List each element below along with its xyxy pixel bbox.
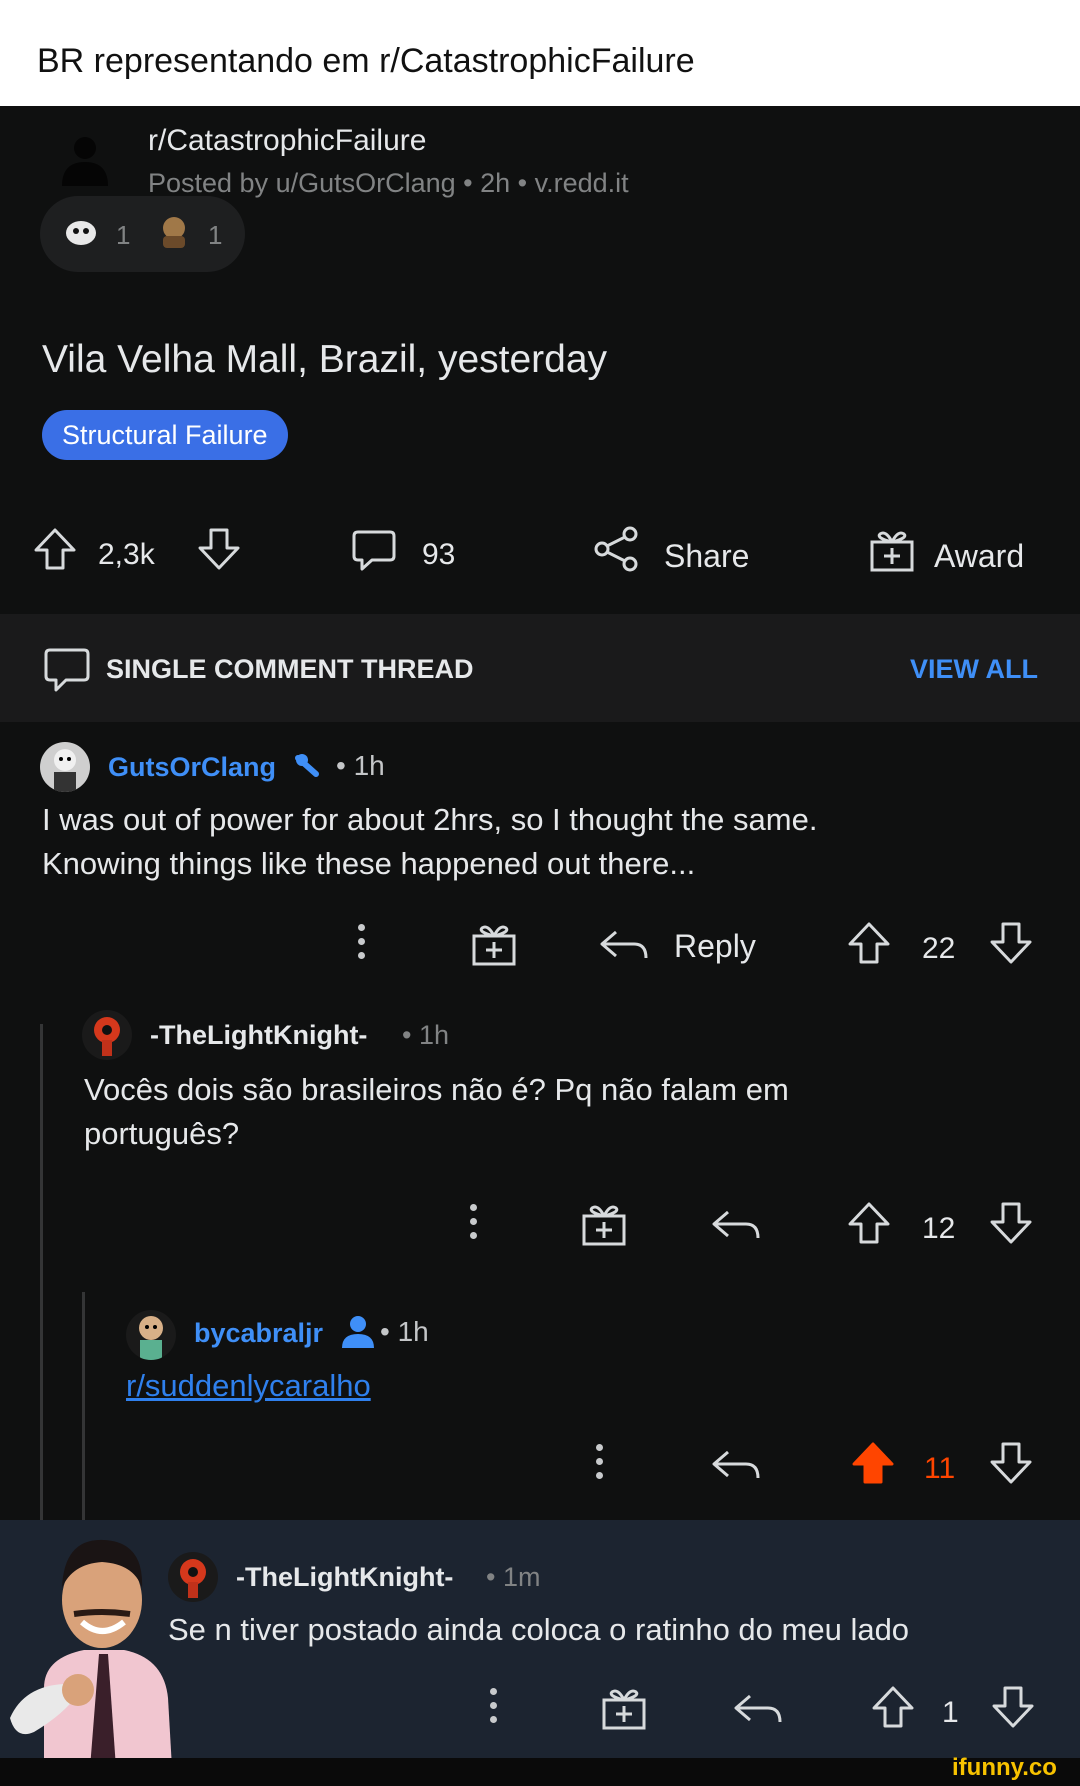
award-count-1: 1 <box>116 220 131 250</box>
more-options-button[interactable] <box>490 1688 498 1730</box>
reply-icon[interactable] <box>710 1446 762 1486</box>
post-flair[interactable]: Structural Failure <box>42 410 288 460</box>
give-award-icon[interactable] <box>580 1200 628 1248</box>
give-award-icon[interactable] <box>470 920 518 968</box>
subreddit-link[interactable]: r/suddenlycaralho <box>126 1368 371 1404</box>
post-meta[interactable]: Posted by u/GutsOrClang • 2h • v.redd.it <box>148 168 629 199</box>
meme-caption: BR representando em r/CatastrophicFailur… <box>37 42 695 80</box>
comment-text-line2: português? <box>84 1116 240 1151</box>
comment-upvote-icon[interactable] <box>846 920 892 966</box>
award-icon-1 <box>64 218 98 248</box>
op-user-icon <box>340 1314 376 1348</box>
footer-strip <box>0 1758 1080 1786</box>
meme-caption-bar: BR representando em r/CatastrophicFailur… <box>0 0 1080 106</box>
avatar[interactable] <box>40 742 90 792</box>
more-options-button[interactable] <box>358 924 366 966</box>
comment-text-line1: I was out of power for about 2hrs, so I … <box>42 802 818 837</box>
comment-author[interactable]: GutsOrClang <box>108 752 276 783</box>
subreddit-name[interactable]: r/CatastrophicFailure <box>148 124 426 158</box>
comment-downvote-icon[interactable] <box>988 1200 1034 1246</box>
more-options-button[interactable] <box>596 1444 604 1486</box>
comment-vote-count: 22 <box>922 932 956 965</box>
watermark: ifunny.co <box>952 1754 1057 1781</box>
comment-downvote-icon[interactable] <box>988 1440 1034 1486</box>
comment-time: • 1h <box>402 1020 449 1050</box>
comment-vote-count: 1 <box>942 1696 959 1729</box>
comment-upvote-icon[interactable] <box>870 1684 916 1730</box>
comment-upvote-icon[interactable] <box>846 1200 892 1246</box>
comment-time: • 1h <box>336 750 385 781</box>
post-title[interactable]: Vila Velha Mall, Brazil, yesterday <box>42 338 607 382</box>
give-award-icon[interactable] <box>600 1684 648 1732</box>
reply-icon[interactable] <box>598 926 650 966</box>
reply-icon[interactable] <box>732 1690 784 1730</box>
reply-icon[interactable] <box>710 1206 762 1246</box>
avatar[interactable] <box>126 1310 176 1360</box>
thread-comment-icon <box>42 646 92 696</box>
upvote-icon[interactable] <box>32 526 78 572</box>
post-vote-count: 2,3k <box>98 538 155 571</box>
reply-label[interactable]: Reply <box>674 928 756 965</box>
pointing-man-sticker <box>4 1518 184 1768</box>
post-comment-count[interactable]: 93 <box>422 538 455 572</box>
share-icon[interactable] <box>592 524 642 574</box>
downvote-icon[interactable] <box>196 526 242 572</box>
single-thread-bar: SINGLE COMMENT THREAD VIEW ALL <box>0 614 1080 722</box>
comment-downvote-icon[interactable] <box>988 920 1034 966</box>
moderator-wrench-icon <box>294 752 334 782</box>
comment-downvote-icon[interactable] <box>990 1684 1036 1730</box>
avatar[interactable] <box>82 1010 132 1060</box>
subreddit-avatar-icon[interactable] <box>58 132 112 186</box>
more-options-button[interactable] <box>470 1204 478 1246</box>
comment-vote-count: 11 <box>924 1452 956 1485</box>
comment-time: • 1m <box>486 1562 541 1592</box>
comment-author[interactable]: bycabraljr <box>194 1318 323 1349</box>
award-icon-2 <box>156 214 192 250</box>
thread-label: SINGLE COMMENT THREAD <box>106 654 474 684</box>
comment-vote-count: 12 <box>922 1212 956 1245</box>
comment-time: • 1h <box>380 1316 429 1347</box>
comment-text-line2: Knowing things like these happened out t… <box>42 846 696 881</box>
award-button-icon[interactable] <box>868 526 916 574</box>
comment-upvote-active-icon[interactable] <box>850 1440 896 1486</box>
comment-text-line1: Vocês dois são brasileiros não é? Pq não… <box>84 1072 789 1107</box>
reddit-screenshot: r/CatastrophicFailure Posted by u/GutsOr… <box>0 106 1080 1786</box>
view-all-link[interactable]: VIEW ALL <box>910 654 1038 685</box>
award-label[interactable]: Award <box>934 538 1024 575</box>
comment-text-line1: Se n tiver postado ainda coloca o ratinh… <box>168 1612 910 1647</box>
post-flair-label: Structural Failure <box>62 420 268 450</box>
comments-icon[interactable] <box>350 526 398 574</box>
awards-pill[interactable]: 1 1 <box>40 196 245 272</box>
comment-author[interactable]: -TheLightKnight- <box>150 1020 367 1051</box>
award-count-2: 1 <box>208 220 223 250</box>
comment-author[interactable]: -TheLightKnight- <box>236 1562 453 1593</box>
share-label[interactable]: Share <box>664 538 749 575</box>
